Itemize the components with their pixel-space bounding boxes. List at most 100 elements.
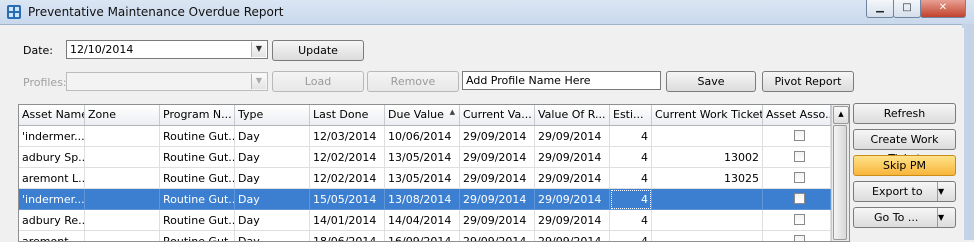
table-row[interactable]: adbury Sp... Routine Gut... Day 12/02/2014 1… [19, 147, 849, 168]
cell-work-ticket[interactable]: 13025 [652, 168, 763, 189]
cell-estimate[interactable]: 4 [610, 147, 652, 168]
cell-asset-name[interactable]: adbury Re... [19, 210, 85, 231]
asset-assoc-checkbox[interactable] [794, 151, 805, 162]
cell-asset-assoc[interactable] [763, 126, 831, 147]
cell-type[interactable]: Day [235, 147, 310, 168]
cell-program[interactable]: Routine Gut... [160, 147, 235, 168]
cell-zone[interactable] [85, 147, 160, 168]
cell-type[interactable]: Day [235, 126, 310, 147]
cell-due-value[interactable]: 14/04/2014 [385, 210, 460, 231]
cell-work-ticket[interactable] [652, 189, 763, 210]
skip-pm-button[interactable]: Skip PM [853, 155, 956, 176]
cell-work-ticket[interactable]: 13002 [652, 147, 763, 168]
cell-last-done[interactable]: 14/01/2014 [310, 210, 385, 231]
cell-value-of[interactable]: 29/09/2014 [535, 126, 610, 147]
table-row[interactable]: 'indermer... Routine Gut... Day 12/03/2014 1… [19, 126, 849, 147]
cell-zone[interactable] [85, 210, 160, 231]
cell-work-ticket[interactable] [652, 210, 763, 231]
pivot-report-button[interactable]: Pivot Report [762, 71, 854, 92]
table-row[interactable]: 'indermer... Routine Gut... Day 15/05/2014 1… [19, 189, 849, 210]
cell-program[interactable]: Routine Gut... [160, 168, 235, 189]
profile-name-input[interactable]: Add Profile Name Here [462, 71, 661, 90]
asset-assoc-checkbox[interactable] [794, 235, 805, 241]
scroll-up-icon[interactable]: ▲ [833, 106, 849, 124]
cell-last-done[interactable]: 15/05/2014 [310, 189, 385, 210]
cell-due-value[interactable]: 13/08/2014 [385, 189, 460, 210]
asset-assoc-checkbox[interactable] [794, 193, 805, 204]
cell-zone[interactable] [85, 189, 160, 210]
cell-due-value[interactable]: 13/05/2014 [385, 147, 460, 168]
refresh-button[interactable]: Refresh [853, 103, 956, 124]
cell-value-of[interactable]: 29/09/2014 [535, 147, 610, 168]
table-row[interactable]: adbury Re... Routine Gut... Day 14/01/2014 1… [19, 210, 849, 231]
cell-last-done[interactable]: 18/06/2014 [310, 231, 385, 241]
cell-estimate[interactable]: 4 [610, 189, 652, 210]
column-header-program[interactable]: Program N... [160, 105, 235, 125]
create-work-ticket-button[interactable]: Create Work Ticket [853, 129, 956, 165]
cell-type[interactable]: Day [235, 168, 310, 189]
column-header-due-value[interactable]: Due Value ▲ [385, 105, 460, 125]
cell-zone[interactable] [85, 231, 160, 241]
cell-zone[interactable] [85, 126, 160, 147]
cell-current-value[interactable]: 29/09/2014 [460, 168, 535, 189]
cell-estimate[interactable]: 4 [610, 231, 652, 241]
profiles-select[interactable]: ▼ [66, 72, 268, 91]
column-header-current-value[interactable]: Current Va... [460, 105, 535, 125]
export-to-button[interactable]: Export to ▼ [853, 181, 956, 202]
save-button[interactable]: Save [666, 71, 756, 92]
date-picker[interactable]: 12/10/2014 ▼ [66, 40, 268, 59]
asset-assoc-checkbox[interactable] [794, 214, 805, 225]
cell-value-of[interactable]: 29/09/2014 [535, 168, 610, 189]
cell-program[interactable]: Routine Gut... [160, 126, 235, 147]
close-button[interactable]: ✕ [920, 0, 966, 18]
column-header-estimate[interactable]: Esti... [610, 105, 652, 125]
cell-value-of[interactable]: 29/09/2014 [535, 189, 610, 210]
chevron-down-icon[interactable]: ▼ [251, 74, 266, 89]
cell-due-value[interactable]: 10/06/2014 [385, 126, 460, 147]
maximize-button[interactable]: □ [893, 0, 921, 18]
cell-last-done[interactable]: 12/03/2014 [310, 126, 385, 147]
cell-asset-assoc[interactable] [763, 189, 831, 210]
cell-estimate[interactable]: 4 [610, 210, 652, 231]
cell-work-ticket[interactable] [652, 231, 763, 241]
cell-program[interactable]: Routine Gut... [160, 210, 235, 231]
column-header-asset-assoc[interactable]: Asset Asso... [763, 105, 831, 125]
go-to-button[interactable]: Go To ... ▼ [853, 207, 956, 228]
cell-value-of[interactable]: 29/09/2014 [535, 210, 610, 231]
cell-asset-assoc[interactable] [763, 147, 831, 168]
cell-asset-name[interactable]: 'indermer... [19, 189, 85, 210]
remove-button[interactable]: Remove [367, 71, 459, 92]
cell-zone[interactable] [85, 168, 160, 189]
cell-last-done[interactable]: 12/02/2014 [310, 147, 385, 168]
cell-due-value[interactable]: 16/09/2014 [385, 231, 460, 241]
update-button[interactable]: Update [272, 40, 364, 61]
cell-asset-name[interactable]: 'indermer... [19, 126, 85, 147]
column-header-asset-name[interactable]: Asset Name [19, 105, 85, 125]
cell-work-ticket[interactable] [652, 126, 763, 147]
cell-type[interactable]: Day [235, 210, 310, 231]
chevron-down-icon[interactable]: ▼ [251, 42, 266, 57]
table-row[interactable]: aremont L... Routine Gut... Day 12/02/2014 1… [19, 168, 849, 189]
cell-last-done[interactable]: 12/02/2014 [310, 168, 385, 189]
cell-estimate[interactable]: 4 [610, 168, 652, 189]
cell-type[interactable]: Day [235, 231, 310, 241]
minimize-button[interactable]: ▁ [866, 0, 894, 18]
asset-assoc-checkbox[interactable] [794, 130, 805, 141]
cell-current-value[interactable]: 29/09/2014 [460, 126, 535, 147]
cell-program[interactable]: Routine Gut... [160, 231, 235, 241]
overdue-grid[interactable]: Asset Name Zone Program N... Type Last D… [18, 104, 850, 242]
cell-asset-assoc[interactable] [763, 231, 831, 241]
cell-program[interactable]: Routine Gut... [160, 189, 235, 210]
cell-current-value[interactable]: 29/09/2014 [460, 231, 535, 241]
column-header-type[interactable]: Type [235, 105, 310, 125]
table-row[interactable]: aremont ... Routine Gut... Day 18/06/2014 16… [19, 231, 849, 241]
column-header-zone[interactable]: Zone [85, 105, 160, 125]
scroll-thumb[interactable] [833, 125, 847, 240]
cell-estimate[interactable]: 4 [610, 126, 652, 147]
cell-current-value[interactable]: 29/09/2014 [460, 147, 535, 168]
chevron-down-icon[interactable]: ▼ [937, 208, 955, 227]
cell-asset-assoc[interactable] [763, 210, 831, 231]
asset-assoc-checkbox[interactable] [794, 172, 805, 183]
column-header-value-of[interactable]: Value Of R... [535, 105, 610, 125]
chevron-down-icon[interactable]: ▼ [937, 182, 955, 201]
